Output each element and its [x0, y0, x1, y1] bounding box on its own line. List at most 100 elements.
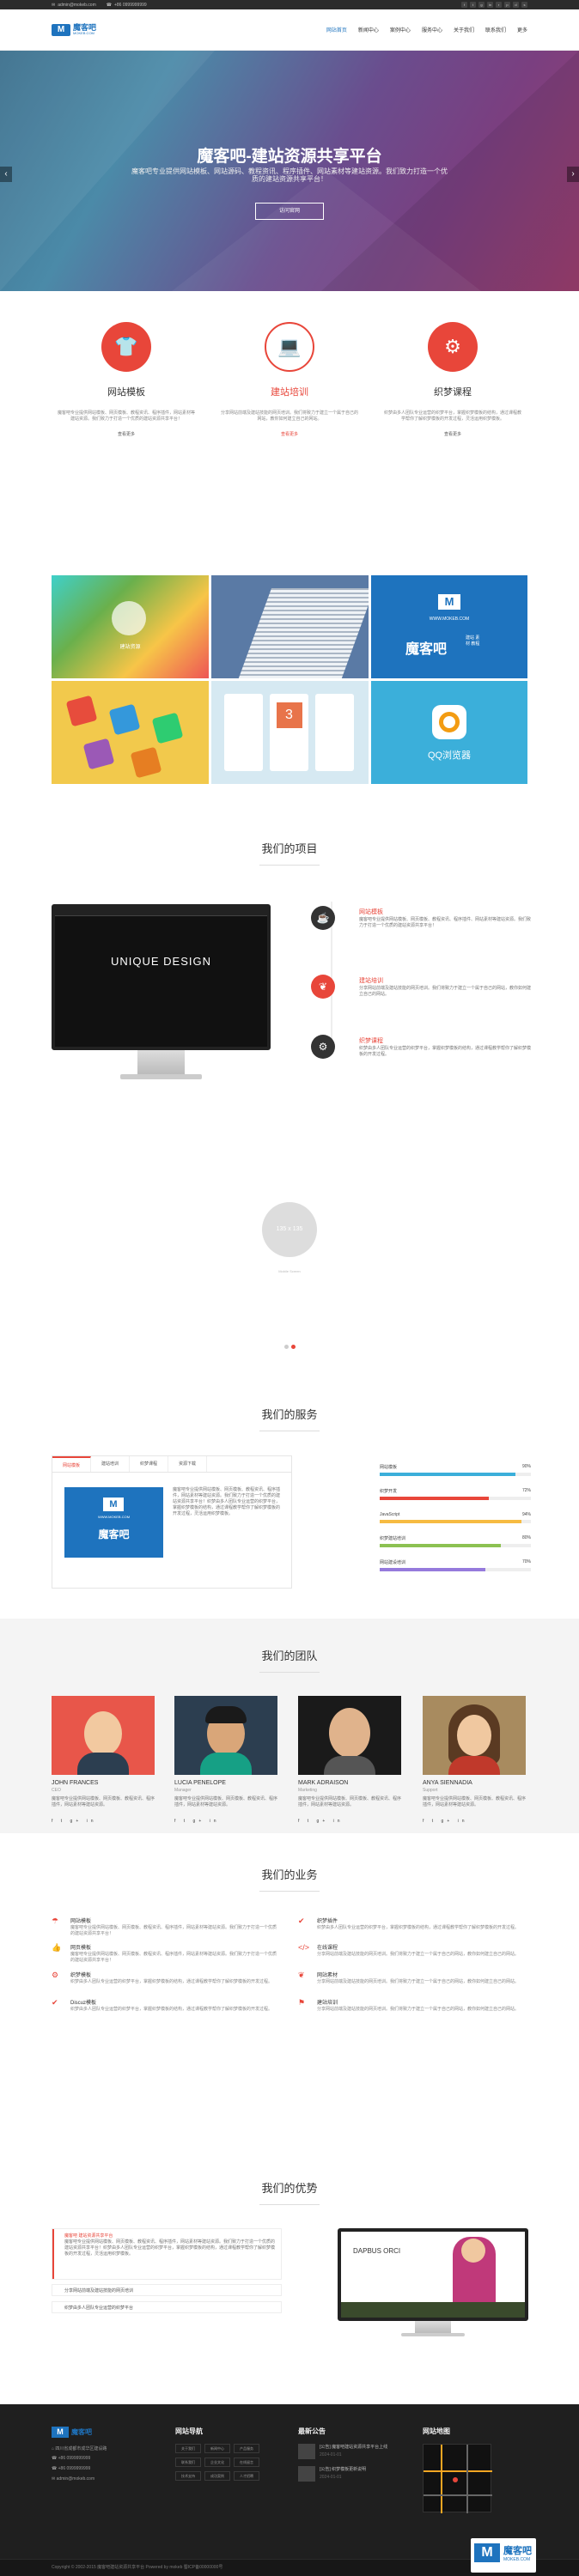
nav-item-services[interactable]: 服务中心 — [422, 26, 442, 33]
accordion-panel-open[interactable]: 魔客吧 建站资源共享平台 魔客吧专业提供网站模板、网页模板、教程资讯、程序插件，… — [52, 2228, 282, 2280]
skill-bar: 织梦开发 72% — [380, 1488, 531, 1500]
business-title[interactable]: 在线课程 — [317, 1943, 338, 1951]
top-bar: ✉ admin@mokeb.com ☎ +86 0999999999 f t g in r p… — [0, 0, 579, 9]
facebook-icon[interactable]: f — [461, 2, 467, 8]
accordion-title[interactable]: 魔客吧 建站资源共享平台 — [64, 2233, 113, 2239]
footer-nav-link[interactable]: 人才招聘 — [234, 2471, 259, 2481]
logo-sub: MOKEB.COM — [73, 31, 94, 35]
site-map-image[interactable] — [423, 2444, 492, 2513]
gear-icon: ⚙ — [428, 322, 478, 372]
portfolio-tile[interactable] — [211, 575, 369, 678]
footer-nav-link[interactable]: 关于我们 — [175, 2444, 201, 2453]
cog-icon: ⚙ — [311, 1035, 335, 1059]
footer-logo[interactable]: M 魔客吧 — [52, 2427, 92, 2438]
member-social[interactable]: f t g+ in — [298, 1819, 401, 1824]
business-title[interactable]: 网站素材 — [317, 1971, 338, 1978]
footer-nav-link[interactable]: 企业文化 — [204, 2458, 230, 2467]
member-social[interactable]: f t g+ in — [52, 1819, 155, 1824]
footer-phone: ☎ +86 0999999999 — [52, 2456, 91, 2461]
mockup-title: UNIQUE DESIGN — [110, 955, 211, 968]
nav-item-news[interactable]: 新闻中心 — [358, 26, 379, 33]
portfolio-tile[interactable]: M WWW.MOKEB.COM 魔客吧 建站 素材 教程 — [371, 575, 527, 678]
pinterest-icon[interactable]: p — [504, 2, 510, 8]
email-item[interactable]: ✉ admin@mokeb.com — [52, 3, 96, 8]
footer-nav-link[interactable]: 在线留言 — [234, 2458, 259, 2467]
member-social[interactable]: f t g+ in — [174, 1819, 277, 1824]
slider-next-icon[interactable]: › — [567, 167, 579, 182]
nav-item-about[interactable]: 关于我们 — [454, 26, 474, 33]
skill-name: 网站模板 — [380, 1465, 398, 1470]
feature-more-link[interactable]: 查看更多 — [49, 431, 204, 437]
member-desc: 魔客吧专业提供网站模板、网页模板、教程资讯、程序插件，网站素材等建站资源。 — [174, 1796, 278, 1807]
news-date: 2024-01-01 — [320, 2452, 342, 2458]
footer-nav-link[interactable]: 产品服务 — [234, 2444, 259, 2453]
portfolio-tile[interactable]: QQ浏览器 — [371, 681, 527, 784]
slider-dot[interactable] — [284, 1345, 289, 1349]
nav-item-home[interactable]: 网站首页 — [326, 26, 347, 33]
hero-button[interactable]: 访问官网 — [255, 203, 324, 220]
slider-dot-active[interactable] — [291, 1345, 296, 1349]
portfolio-tile[interactable]: 建站资源 — [52, 575, 209, 678]
tab-downloads[interactable]: 资源下载 — [168, 1456, 208, 1472]
image-placeholder: 135 x 135 — [262, 1202, 317, 1257]
business-title[interactable]: Discuz模板 — [70, 1998, 96, 2006]
twitter-icon[interactable]: t — [470, 2, 476, 8]
tab-dede[interactable]: 织梦课程 — [130, 1456, 169, 1472]
avatar — [52, 1696, 155, 1775]
tab-templates[interactable]: 网站模板 — [52, 1456, 92, 1472]
slider-prev-icon[interactable]: ‹ — [0, 167, 12, 182]
skype-icon[interactable]: s — [521, 2, 527, 8]
member-social[interactable]: f t g+ in — [423, 1819, 526, 1824]
team-member: JOHN FRANCES CEO 魔客吧专业提供网站模板、网页模板、教程资讯、程序… — [52, 1696, 155, 1824]
skill-value: 94% — [521, 1512, 531, 1517]
leaf-icon: ❦ — [311, 975, 335, 999]
footer-nav-link[interactable]: 新闻中心 — [204, 2444, 230, 2453]
nav-item-contact[interactable]: 联系我们 — [485, 26, 506, 33]
project-title[interactable]: 织梦课程 — [359, 1036, 383, 1045]
watermark-mark: M — [474, 2543, 500, 2562]
feature-more-link[interactable]: 查看更多 — [212, 431, 367, 437]
accordion-item[interactable]: 织梦由多人团队专业运营的织梦平台 — [52, 2301, 282, 2313]
umbrella-icon: ☂ — [52, 1917, 59, 1925]
nav-item-cases[interactable]: 案例中心 — [390, 26, 411, 33]
logo[interactable]: M 魔客吧 MOKEB.COM — [52, 23, 96, 36]
rss-icon[interactable]: r — [496, 2, 502, 8]
news-link[interactable]: [公告] 魔客吧建站资源共享平台上线 — [320, 2444, 405, 2450]
feature-card: ⚙ 织梦课程 织梦由多人团队专业运营的织梦平台，掌握织梦模板的结构，通过课程教学… — [375, 322, 530, 437]
dribbble-icon[interactable]: d — [513, 2, 519, 8]
footer-email[interactable]: ✉ admin@mokeb.com — [52, 2476, 94, 2482]
feature-title: 织梦课程 — [434, 387, 472, 398]
news-link[interactable]: [公告] 织梦模板更新说明 — [320, 2466, 405, 2472]
project-desc: 织梦由多人团队专业运营的织梦平台，掌握织梦模板的结构，通过课程教学帮你了解织梦模… — [359, 1046, 532, 1057]
main-nav: M 魔客吧 MOKEB.COM 网站首页 新闻中心 案例中心 服务中心 关于我们 … — [0, 9, 579, 51]
tile-brand: 魔客吧 — [405, 642, 448, 657]
business-desc: 魔客吧专业提供网站模板、网页模板、教程资讯、程序插件，网站素材等建站资源。我们致… — [70, 1952, 277, 1963]
accordion-item[interactable]: 分享网站前端及建站技能的网页培训 — [52, 2284, 282, 2296]
project-title[interactable]: 建站培训 — [359, 976, 383, 985]
project-title[interactable]: 网站模板 — [359, 908, 383, 916]
linkedin-icon[interactable]: in — [487, 2, 493, 8]
nav-item-more[interactable]: 更多 — [517, 26, 527, 33]
business-title[interactable]: 织梦插件 — [317, 1917, 338, 1924]
footer-nav-link[interactable]: 成功案例 — [204, 2471, 230, 2481]
phone-item: ☎ +86 0999999999 — [107, 3, 147, 8]
skill-value: 80% — [521, 1535, 531, 1540]
business-title[interactable]: 网站模板 — [70, 1917, 91, 1924]
hero-desc: 魔客吧专业提供网站模板、网站源码、教程资讯、程序插件、网站素材等建站资源。我们致… — [131, 167, 448, 183]
feature-title: 网站模板 — [107, 387, 145, 398]
footer-nav-link[interactable]: 联系我们 — [175, 2458, 201, 2467]
portfolio-tile[interactable]: 3 — [211, 681, 369, 784]
tab-training[interactable]: 建站培训 — [91, 1456, 131, 1472]
business-title[interactable]: 织梦模板 — [70, 1971, 91, 1978]
feature-more-link[interactable]: 查看更多 — [375, 431, 530, 437]
footer-nav-link[interactable]: 技术支持 — [175, 2471, 201, 2481]
footer-nav-title: 网站导航 — [175, 2427, 203, 2435]
section-title: 我们的项目 — [0, 840, 579, 866]
portfolio-tile[interactable] — [52, 681, 209, 784]
footer-logo-name: 魔客吧 — [71, 2428, 92, 2436]
business-title[interactable]: 建站培训 — [317, 1998, 338, 2006]
business-title[interactable]: 网页模板 — [70, 1943, 91, 1951]
news-thumb — [298, 2466, 315, 2482]
tile-logo-mark: M — [438, 594, 460, 610]
googleplus-icon[interactable]: g — [478, 2, 485, 8]
